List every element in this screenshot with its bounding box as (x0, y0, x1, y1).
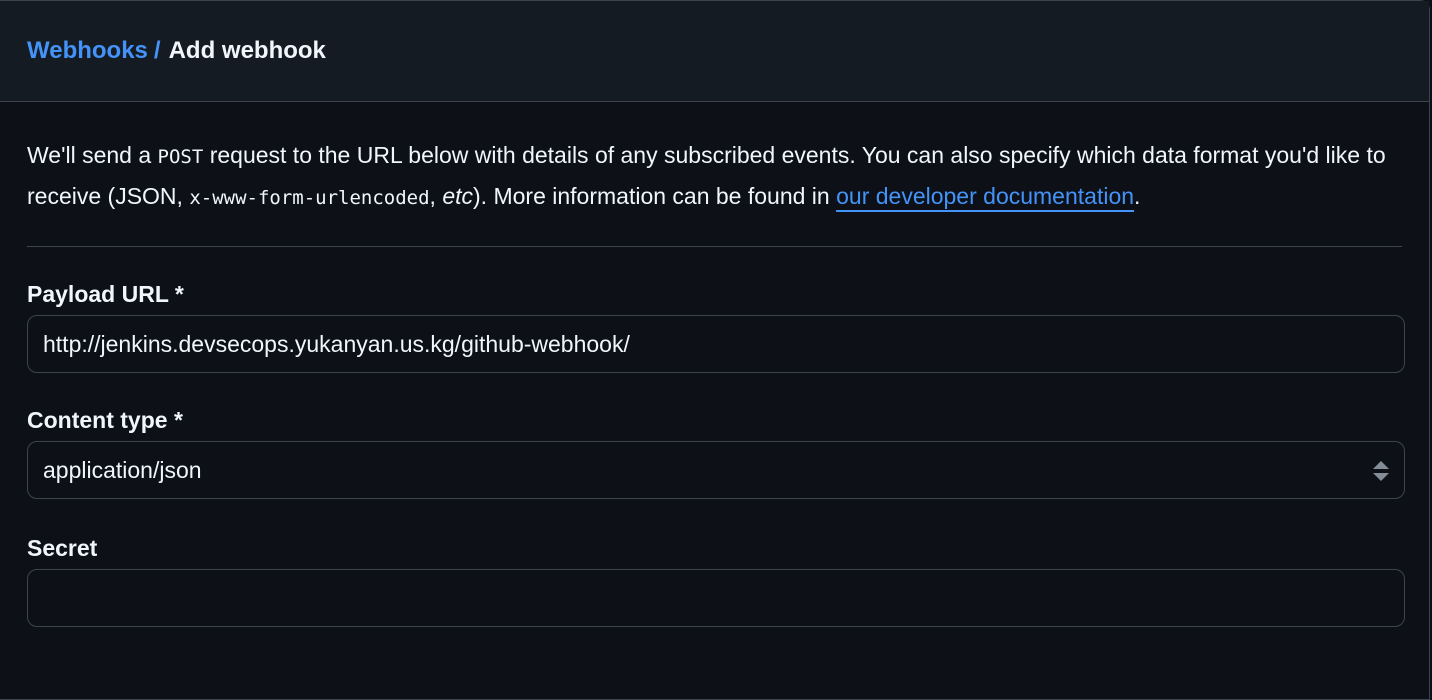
payload-url-value: http://jenkins.devsecops.yukanyan.us.kg/… (43, 330, 630, 357)
intro-text-part: ). More information can be found in (473, 183, 837, 209)
intro-text: We'll send a POST request to the URL bel… (27, 136, 1402, 247)
etc-text: etc (442, 183, 474, 209)
payload-url-input[interactable]: http://jenkins.devsecops.yukanyan.us.kg/… (27, 315, 1405, 373)
content-type-select[interactable]: application/json (27, 441, 1405, 499)
intro-text-part: . (1134, 183, 1141, 209)
select-arrows-icon (1373, 461, 1389, 481)
content-type-value: application/json (43, 456, 202, 483)
payload-url-label: Payload URL * (27, 281, 184, 307)
intro-text-part: , (429, 183, 443, 209)
content-type-label: Content type * (27, 407, 183, 433)
secret-label: Secret (27, 535, 98, 561)
intro-text-part: We'll send a (27, 142, 158, 168)
page-title: Add webhook (168, 37, 326, 64)
breadcrumb: Webhooks / Add webhook (0, 1, 1429, 102)
webhook-panel: Webhooks / Add webhook We'll send a POST… (0, 0, 1430, 700)
breadcrumb-separator: / (153, 37, 161, 64)
urlencoded-code: x-www-form-urlencoded (189, 187, 430, 209)
post-code: POST (157, 146, 204, 168)
breadcrumb-webhooks-link[interactable]: Webhooks (27, 37, 148, 65)
secret-input[interactable] (27, 569, 1405, 627)
developer-docs-link[interactable]: our developer documentation (836, 183, 1134, 209)
